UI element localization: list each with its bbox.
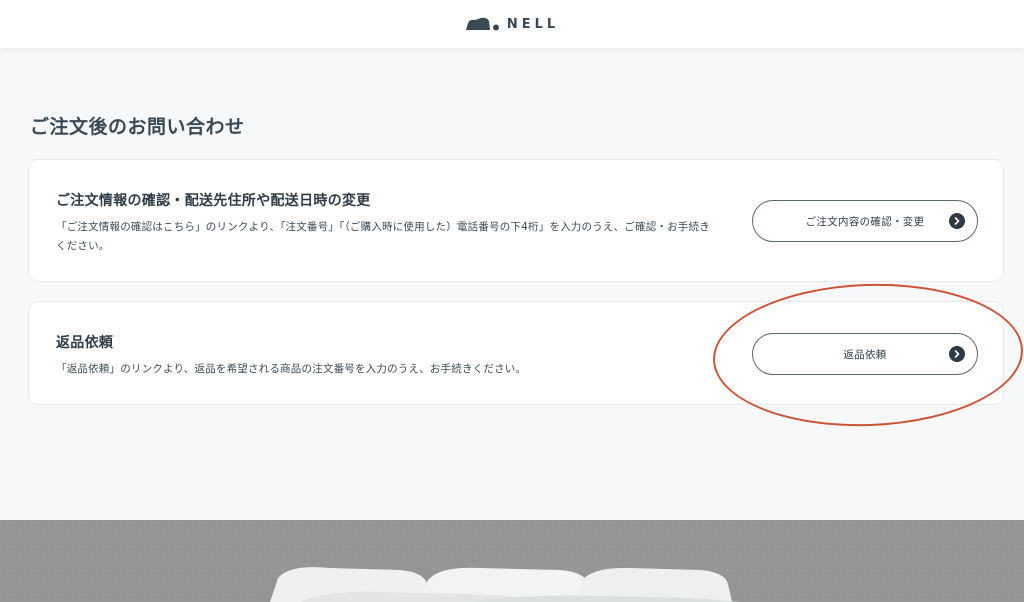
site-logo[interactable]: NELL [465,17,559,32]
card-description: 「返品依頼」のリンクより、返品を希望される商品の注文番号を入力のうえ、お手続きく… [56,363,527,375]
chevron-right-circle-icon [949,346,965,362]
order-info-card: ご注文情報の確認・配送先住所や配送日時の変更 「ご注文情報の確認はこちら」のリン… [28,159,1004,282]
card-heading: ご注文情報の確認・配送先住所や配送日時の変更 [56,193,371,209]
logo-text: NELL [506,16,560,32]
return-request-button[interactable]: 返品依頼 [752,333,978,375]
button-label: ご注文内容の確認・変更 [805,215,925,228]
nell-logo-mark-icon [465,17,499,31]
button-label: 返品依頼 [843,348,887,361]
bedroom-hero-image [0,520,1024,602]
site-header: NELL [0,0,1024,48]
card-description: 「ご注文情報の確認はこちら」のリンクより、「注文番号」「（ご購入時に使用した）電… [56,221,710,252]
order-confirm-change-button[interactable]: ご注文内容の確認・変更 [752,200,978,242]
pillows-illustration [0,520,1024,602]
chevron-right-circle-icon [949,213,965,229]
return-request-card: 返品依頼 「返品依頼」のリンクより、返品を希望される商品の注文番号を入力のうえ、… [28,301,1004,405]
card-heading: 返品依頼 [56,335,114,351]
page-title: ご注文後のお問い合わせ [30,116,245,138]
